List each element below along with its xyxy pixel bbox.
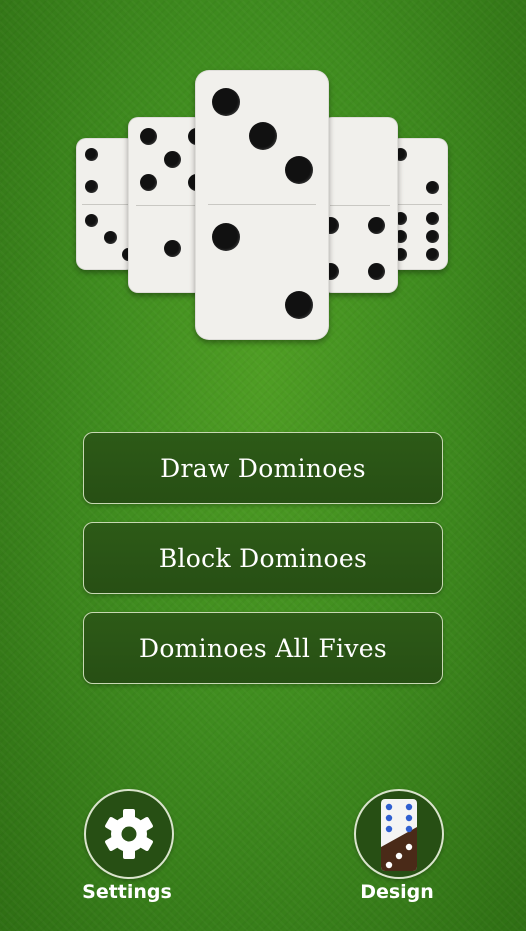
pip: [140, 128, 157, 145]
domino-design-icon: [381, 799, 417, 871]
design-button[interactable]: [354, 789, 444, 879]
block-dominoes-label: Block Dominoes: [158, 543, 368, 573]
pip: [85, 214, 98, 227]
pip: [368, 263, 385, 280]
domino-tile-far-left: [76, 138, 136, 270]
pip: [368, 217, 385, 234]
settings-button[interactable]: [84, 789, 174, 879]
dominoes-all-fives-button[interactable]: Dominoes All Fives: [83, 612, 443, 684]
pip: [85, 148, 98, 161]
pip: [426, 181, 439, 194]
draw-dominoes-button[interactable]: Draw Dominoes: [83, 432, 443, 504]
pip: [104, 231, 117, 244]
dominoes-all-fives-label: Dominoes All Fives: [138, 633, 387, 663]
domino-tile-far-right: [390, 138, 448, 270]
pip: [85, 180, 98, 193]
pip: [285, 291, 313, 319]
domino-tile-center: [195, 70, 329, 340]
block-dominoes-button[interactable]: Block Dominoes: [83, 522, 443, 594]
domino-tile-right: [322, 117, 398, 293]
gear-icon: [105, 809, 153, 859]
pip: [212, 88, 240, 116]
pip: [426, 212, 439, 225]
design-label: Design: [360, 881, 434, 903]
pip: [212, 223, 240, 251]
pip: [426, 248, 439, 261]
pip: [249, 122, 277, 150]
pip: [164, 151, 181, 168]
draw-dominoes-label: Draw Dominoes: [160, 453, 366, 483]
pip: [426, 230, 439, 243]
settings-label: Settings: [82, 881, 172, 903]
domino-tile-left: [128, 117, 204, 293]
pip: [285, 156, 313, 184]
pip: [140, 174, 157, 191]
pip: [164, 240, 181, 257]
